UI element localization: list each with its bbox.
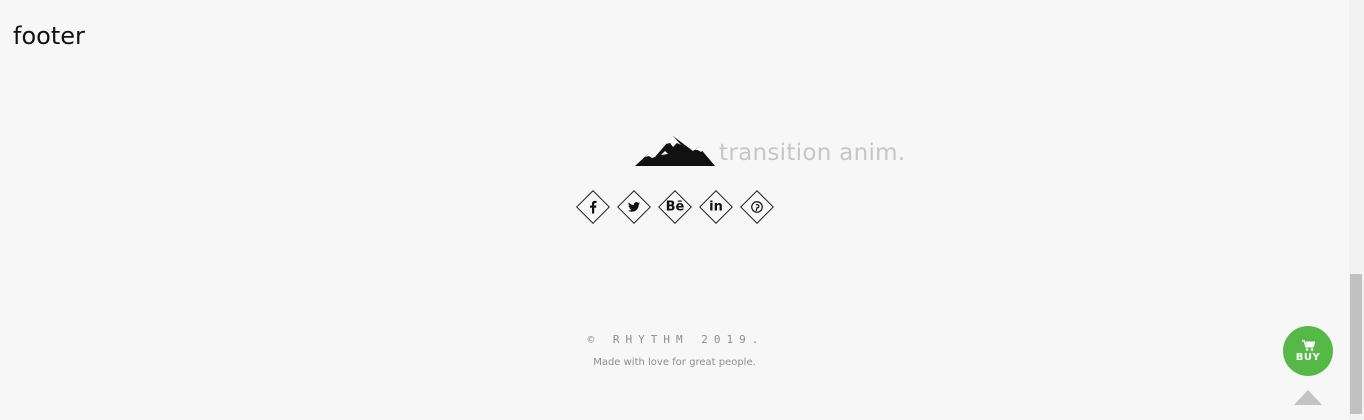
pinterest-icon [751, 201, 763, 213]
twitter-icon [628, 202, 640, 212]
mountain-icon [635, 136, 715, 166]
buy-button[interactable]: BUY [1283, 326, 1333, 376]
brand[interactable]: transition anim. [635, 133, 905, 167]
scrollbar[interactable] [1349, 0, 1364, 420]
cart-icon [1301, 339, 1315, 351]
linkedin-link[interactable]: in [704, 195, 728, 219]
pinterest-link[interactable] [745, 195, 769, 219]
scrollbar-thumb[interactable] [1350, 274, 1362, 414]
behance-link[interactable]: Bē [663, 195, 687, 219]
arrow-up-icon[interactable] [1294, 390, 1322, 405]
behance-icon: Bē [665, 199, 685, 215]
social-links: Bē in [581, 195, 786, 219]
twitter-link[interactable] [622, 195, 646, 219]
buy-label: BUY [1295, 351, 1321, 363]
facebook-link[interactable] [581, 195, 605, 219]
tagline-text: Made with love for great people. [593, 357, 756, 368]
page-title: footer [13, 22, 85, 50]
brand-name: transition anim. [719, 140, 906, 166]
facebook-icon [590, 200, 597, 214]
linkedin-icon: in [709, 199, 723, 215]
copyright-text: © RHYTHM 2019. [587, 333, 765, 346]
